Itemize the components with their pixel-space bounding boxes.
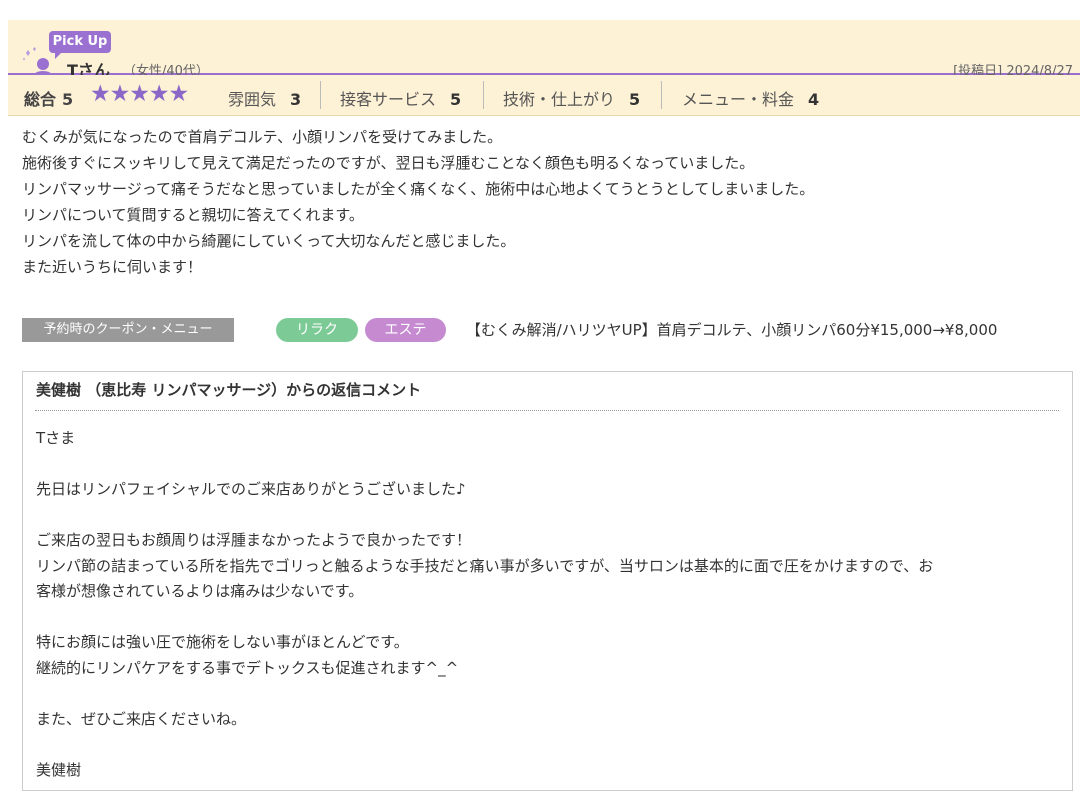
tag-esthetic[interactable]: エステ [365, 318, 446, 342]
rating-label: 雰囲気 [228, 90, 277, 109]
total-label: 総合 [24, 90, 57, 109]
rating-value: 4 [808, 90, 820, 109]
tag-relax[interactable]: リラク [276, 318, 358, 342]
reply-line: 先日はリンパフェイシャルでのご来店ありがとうございました♪ [36, 480, 466, 498]
review-line: 施術後すぐにスッキリして見えて満足だったのですが、翌日も浮腫むことなく顔色も明る… [22, 154, 755, 172]
total-value: 5 [62, 90, 74, 109]
reply-line: また、ぜひご来店くださいね。 [36, 709, 247, 728]
reply-line [36, 503, 933, 529]
review-line: むくみが気になったので首肩デコルテ、小顔リンパを受けてみました。 [22, 128, 503, 146]
reply-line: ご来店の翌日もお顔周りは浮腫まなかったようで良かったです！ [36, 531, 472, 549]
reply-line: 継続的にリンパケアをする事でデトックスも促進されます^_^ [36, 658, 459, 677]
rating-value: 3 [290, 90, 302, 109]
rating-menu-price: メニュー・料金 4 [682, 86, 819, 110]
rating-value: 5 [629, 90, 641, 109]
reply-body: Tさま 先日はリンパフェイシャルでのご来店ありがとうございました♪ ご来店の翌日… [36, 426, 933, 783]
rating-label: 技術・仕上がり [503, 90, 616, 109]
coupon-label: 予約時のクーポン・メニュー [22, 318, 234, 342]
review-header: Pick Up Tさん （女性/40代） [投稿日] 2024/8/27 [8, 20, 1080, 83]
reply-line: 客様が想像されているよりは痛みは少ないです。 [36, 582, 364, 600]
salon-reply: 美健樹 （恵比寿 リンパマッサージ）からの返信コメント Tさま 先日はリンパフェ… [22, 371, 1073, 791]
total-rating: 総合 5 [24, 86, 73, 110]
review-line: リンパマッサージって痛そうだなと思っていましたが全く痛くなく、施術中は心地よくて… [22, 180, 815, 198]
divider [320, 81, 321, 109]
reply-line: リンパ節の詰まっている所を指先でゴリっと触るような手技だと痛い事が多いですが、当… [36, 556, 934, 575]
review-line: また近いうちに伺います！ [22, 258, 203, 276]
reply-line: 特にお顔には強い圧で施術をしない事がほとんどです。 [36, 633, 409, 651]
reply-line: Tさま [36, 429, 76, 447]
reply-line [36, 681, 933, 707]
rating-service: 接客サービス 5 [340, 86, 461, 110]
reply-line [36, 605, 933, 631]
rating-technique: 技術・仕上がり 5 [503, 86, 640, 110]
review-text: むくみが気になったので首肩デコルテ、小顔リンパを受けてみました。 施術後すぐにス… [22, 124, 814, 280]
reply-line: 美健樹 [36, 760, 82, 779]
reply-line [36, 452, 933, 478]
coupon-menu-text: 【むくみ解消/ハリツヤUP】首肩デコルテ、小顔リンパ60分¥15,000→¥8,… [466, 321, 998, 339]
reply-divider [35, 410, 1059, 411]
review-line: リンパを流して体の中から綺麗にしていくって大切なんだと感じました。 [22, 232, 516, 250]
reply-line [36, 732, 933, 758]
star-rating-icon: ★★★★★ [90, 81, 189, 107]
review-line: リンパについて質問すると親切に答えてくれます。 [22, 206, 364, 224]
rating-value: 5 [450, 90, 462, 109]
rating-label: 接客サービス [340, 90, 437, 109]
rating-label: メニュー・料金 [682, 90, 795, 109]
divider [661, 81, 662, 109]
rating-bar: 総合 5 ★★★★★ 雰囲気 3 接客サービス 5 技術・仕上がり 5 メニュー・料金 4 [8, 75, 1080, 116]
reply-title: 美健樹 （恵比寿 リンパマッサージ）からの返信コメント [36, 381, 422, 399]
divider [483, 81, 484, 109]
rating-atmosphere: 雰囲気 3 [228, 86, 301, 110]
